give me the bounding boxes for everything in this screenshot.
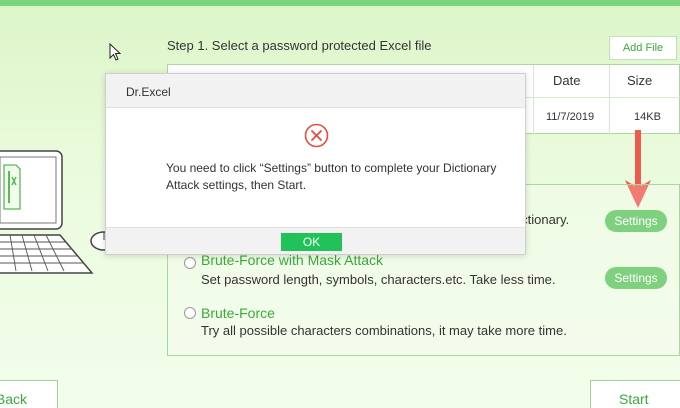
step-title: Step 1. Select a password protected Exce… (167, 38, 432, 53)
dialog-message: You need to click “Settings” button to c… (166, 161, 497, 192)
top-accent-bar (0, 0, 680, 6)
mask-attack-settings-button[interactable]: Settings (605, 267, 667, 289)
dialog-title: Dr.Excel (126, 85, 171, 99)
dialog-footer: OK (106, 227, 525, 254)
mask-attack-radio[interactable] (184, 257, 196, 269)
file-size-cell: 14KB (634, 111, 661, 123)
dictionary-settings-button[interactable]: Settings (605, 210, 667, 232)
size-column-header: Size (627, 73, 653, 88)
date-column-header: Date (553, 73, 581, 88)
add-file-button[interactable]: Add File (609, 36, 677, 60)
start-button[interactable]: Start (590, 380, 680, 408)
ok-button[interactable]: OK (281, 233, 342, 251)
back-button[interactable]: Back (0, 380, 58, 408)
brute-force-description: Try all possible characters combinations… (201, 323, 567, 338)
mask-attack-description: Set password length, symbols, characters… (201, 272, 556, 287)
dialog-header[interactable]: Dr.Excel (106, 74, 525, 108)
file-date-cell: 11/7/2019 (546, 111, 595, 123)
column-separator (609, 65, 610, 135)
brute-force-radio[interactable] (184, 307, 196, 319)
column-separator (533, 65, 534, 135)
laptop-with-excel-file-illustration (0, 150, 118, 274)
mouse-pointer-icon (109, 43, 121, 61)
error-circle-x-icon (304, 123, 329, 148)
alert-dialog: Dr.Excel You need to click “Settings” bu… (105, 73, 526, 255)
brute-force-title: Brute-Force (201, 305, 275, 321)
